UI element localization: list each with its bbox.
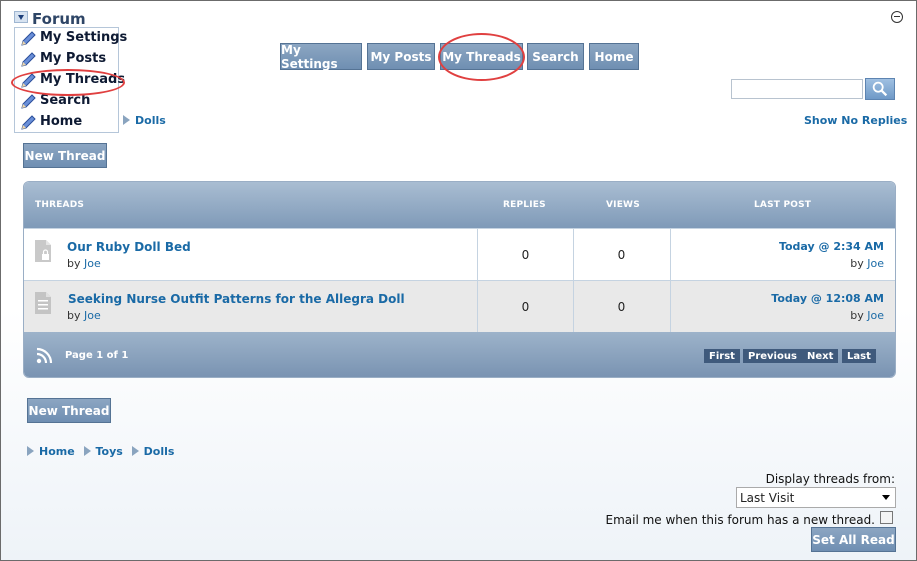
forum-page: Forum My Settings My Posts My Threads Se… [0, 0, 917, 561]
breadcrumb-arrow-icon [27, 446, 34, 456]
breadcrumb-link-home[interactable]: Home [39, 445, 75, 458]
pencil-icon [21, 31, 36, 46]
by-label: by [67, 257, 81, 270]
forum-title[interactable]: Forum [32, 10, 86, 28]
set-all-read-button[interactable]: Set All Read [811, 527, 896, 552]
pencil-icon [21, 115, 36, 130]
thread-author-link[interactable]: Joe [84, 309, 101, 322]
breadcrumb-arrow-icon [131, 446, 139, 456]
by-label: by [67, 309, 81, 322]
by-label: by [850, 309, 864, 322]
last-post-author-link[interactable]: Joe [867, 257, 884, 270]
by-label: by [850, 257, 864, 270]
menu-item-my-settings[interactable]: My Settings [15, 28, 127, 49]
views-count: 0 [617, 300, 626, 314]
dropdown-toggle-icon[interactable] [14, 11, 28, 23]
thread-byline: by Joe [67, 257, 101, 270]
pager-previous-button[interactable]: Previous [743, 349, 802, 363]
nav-search-button[interactable]: Search [527, 43, 584, 70]
menu-item-my-posts[interactable]: My Posts [15, 49, 118, 70]
menu-item-label: Home [40, 114, 83, 129]
breadcrumb-arrow-icon [123, 115, 130, 125]
display-threads-selected: Last Visit [740, 491, 795, 505]
thread-author-link[interactable]: Joe [84, 257, 101, 270]
menu-item-label: My Posts [40, 51, 107, 66]
last-post-byline: by Joe [850, 257, 884, 270]
last-post-date-link[interactable]: Today @ 2:34 AM [779, 240, 884, 253]
breadcrumb-link-dolls[interactable]: Dolls [144, 445, 175, 458]
chevron-down-icon [882, 495, 890, 500]
replies-count: 0 [521, 248, 530, 262]
column-divider [670, 229, 671, 280]
collapse-icon[interactable] [891, 11, 903, 23]
pencil-icon [21, 52, 36, 67]
new-thread-button-bottom[interactable]: New Thread [27, 398, 111, 423]
thread-document-icon [35, 292, 51, 314]
threads-table-footer: Page 1 of 1 First Previous Next Last [24, 332, 895, 377]
nav-my-settings-button[interactable]: My Settings [280, 43, 362, 71]
breadcrumb-link-toys[interactable]: Toys [96, 445, 123, 458]
pencil-icon [21, 94, 36, 109]
thread-byline: by Joe [67, 309, 101, 322]
new-thread-button-top[interactable]: New Thread [23, 143, 107, 168]
rss-icon[interactable] [36, 347, 53, 364]
last-post-date-link[interactable]: Today @ 12:08 AM [771, 292, 884, 305]
display-threads-label: Display threads from: [765, 472, 895, 486]
magnifier-icon [872, 81, 888, 97]
menu-item-label: My Settings [40, 30, 128, 45]
column-header-last-post: LAST POST [754, 200, 812, 210]
search-input[interactable] [731, 79, 863, 99]
views-count: 0 [617, 248, 626, 262]
email-notify-label: Email me when this forum has a new threa… [605, 513, 876, 527]
table-row: Seeking Nurse Outfit Patterns for the Al… [24, 280, 895, 332]
table-row: Our Ruby Doll Bed by Joe 0 0 Today @ 2:3… [24, 228, 895, 280]
email-notify-checkbox[interactable] [880, 511, 893, 524]
threads-table-header: THREADS REPLIES VIEWS LAST POST [24, 182, 895, 228]
replies-count: 0 [521, 300, 530, 314]
breadcrumb-link-dolls[interactable]: Dolls [135, 114, 166, 127]
column-divider [670, 281, 671, 332]
search-button[interactable] [865, 78, 895, 100]
pager-first-button[interactable]: First [704, 349, 740, 363]
page-info: Page 1 of 1 [65, 350, 129, 361]
nav-my-posts-button[interactable]: My Posts [367, 43, 435, 70]
last-post-author-link[interactable]: Joe [867, 309, 884, 322]
pager-last-button[interactable]: Last [842, 349, 876, 363]
column-header-threads: THREADS [35, 200, 85, 210]
thread-title-link[interactable]: Seeking Nurse Outfit Patterns for the Al… [68, 292, 405, 306]
threads-table: THREADS REPLIES VIEWS LAST POST Our Ruby… [23, 181, 896, 378]
show-no-replies-link[interactable]: Show No Replies [804, 114, 907, 127]
column-header-replies: REPLIES [503, 200, 546, 210]
last-post-byline: by Joe [850, 309, 884, 322]
pager-next-button[interactable]: Next [802, 349, 839, 363]
breadcrumb-bottom: Home Toys Dolls [27, 444, 174, 458]
column-header-views: VIEWS [606, 200, 640, 210]
locked-thread-icon [35, 240, 51, 262]
nav-home-button[interactable]: Home [589, 43, 639, 70]
thread-title-link[interactable]: Our Ruby Doll Bed [67, 240, 191, 254]
breadcrumb-top: Dolls [123, 113, 166, 127]
display-threads-select[interactable]: Last Visit [736, 487, 896, 508]
highlight-circle-nav [438, 33, 525, 81]
breadcrumb-arrow-icon [83, 446, 91, 456]
menu-item-home[interactable]: Home [15, 112, 118, 133]
highlight-circle-menu [11, 69, 125, 96]
